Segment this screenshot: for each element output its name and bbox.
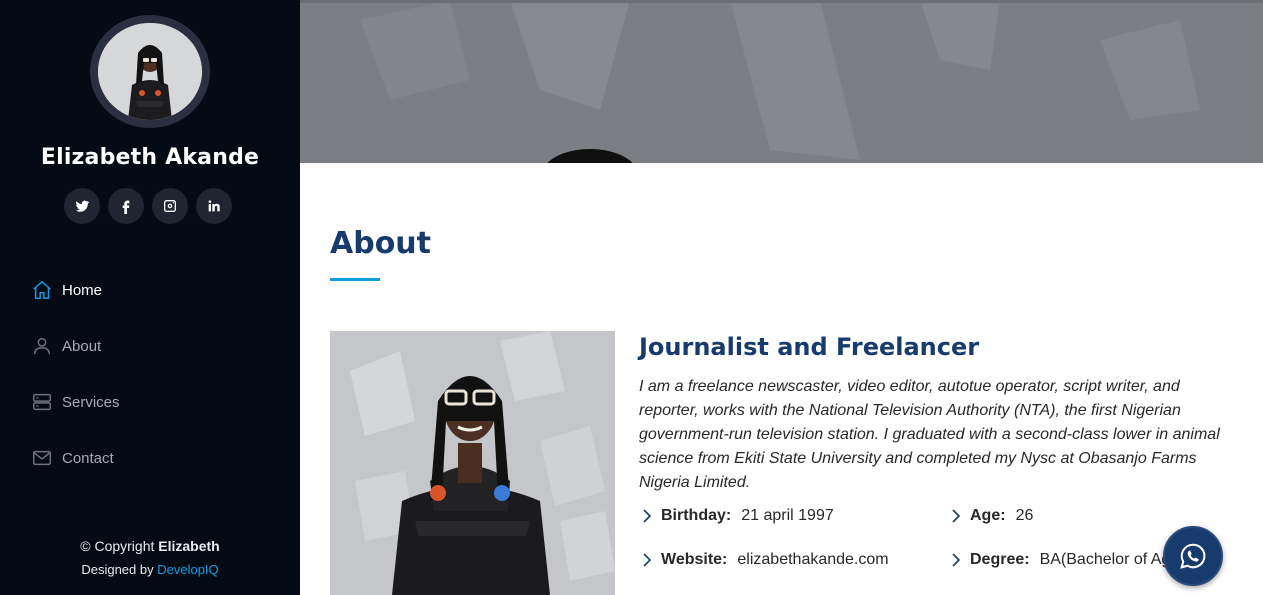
nav-item-label: Contact (62, 449, 114, 467)
copyright: © Copyright Elizabeth (0, 534, 300, 558)
whatsapp-button[interactable] (1163, 526, 1223, 586)
chevron-right-icon (639, 552, 655, 568)
main-nav: Home About Services Contact (30, 262, 270, 486)
nav-item-services[interactable]: Services (30, 374, 270, 430)
profile-photo (98, 23, 202, 120)
fact-value: 21 april 1997 (741, 507, 834, 524)
instagram-link[interactable] (152, 188, 188, 224)
nav-item-home[interactable]: Home (30, 262, 270, 318)
home-icon (30, 278, 54, 302)
nav-item-label: About (62, 337, 102, 355)
envelope-icon (30, 446, 54, 470)
chevron-right-icon (948, 508, 964, 524)
profile-name: Elizabeth Akande (40, 145, 260, 170)
social-links (64, 188, 232, 224)
fact-value: 26 (1015, 507, 1034, 524)
about-photo-image (330, 331, 615, 595)
fact-degree: Degree: BA(Bachelor of Ag (948, 551, 1170, 569)
facebook-icon (122, 200, 130, 214)
linkedin-link[interactable] (196, 188, 232, 224)
facebook-link[interactable] (108, 188, 144, 224)
fact-key: Age: (970, 507, 1006, 524)
fact-website: Website: elizabethakande.com (639, 551, 889, 569)
nav-item-label: Services (62, 393, 120, 411)
copyright-prefix: © Copyright (80, 538, 155, 554)
fact-key: Degree: (970, 551, 1030, 568)
sidebar: Elizabeth Akande Home About Services Con… (0, 0, 300, 595)
hero-background-image (300, 0, 1263, 163)
nav-item-label: Home (62, 281, 103, 299)
hero-banner (300, 0, 1263, 163)
copyright-name: Elizabeth (158, 538, 220, 554)
twitter-icon (75, 200, 90, 212)
server-icon (30, 390, 54, 414)
credits: Designed by DevelopIQ (0, 558, 300, 582)
person-icon (30, 334, 54, 358)
fact-birthday: Birthday: 21 april 1997 (639, 507, 834, 525)
about-heading: Journalist and Freelancer (639, 333, 980, 361)
chevron-right-icon (639, 508, 655, 524)
fact-key: Website: (661, 551, 728, 568)
section-title: About (330, 226, 432, 261)
about-content: Journalist and Freelancer I am a freelan… (639, 331, 1229, 568)
section-title-underline (330, 278, 380, 281)
designed-prefix: Designed by (81, 562, 154, 577)
avatar (90, 15, 210, 128)
whatsapp-icon (1180, 543, 1206, 569)
chevron-right-icon (948, 552, 964, 568)
designer-link[interactable]: DevelopIQ (157, 562, 218, 577)
linkedin-icon (208, 200, 220, 212)
fact-value: BA(Bachelor of Ag (1039, 551, 1171, 568)
fact-key: Birthday: (661, 507, 732, 524)
about-description: I am a freelance newscaster, video edito… (639, 378, 1220, 491)
fact-age: Age: 26 (948, 507, 1033, 525)
nav-item-contact[interactable]: Contact (30, 430, 270, 486)
twitter-link[interactable] (64, 188, 100, 224)
about-photo (330, 331, 615, 595)
profile-photo-image (98, 23, 202, 120)
nav-item-about[interactable]: About (30, 318, 270, 374)
fact-value: elizabethakande.com (737, 551, 889, 568)
instagram-icon (164, 200, 176, 212)
sidebar-footer: © Copyright Elizabeth Designed by Develo… (0, 534, 300, 582)
